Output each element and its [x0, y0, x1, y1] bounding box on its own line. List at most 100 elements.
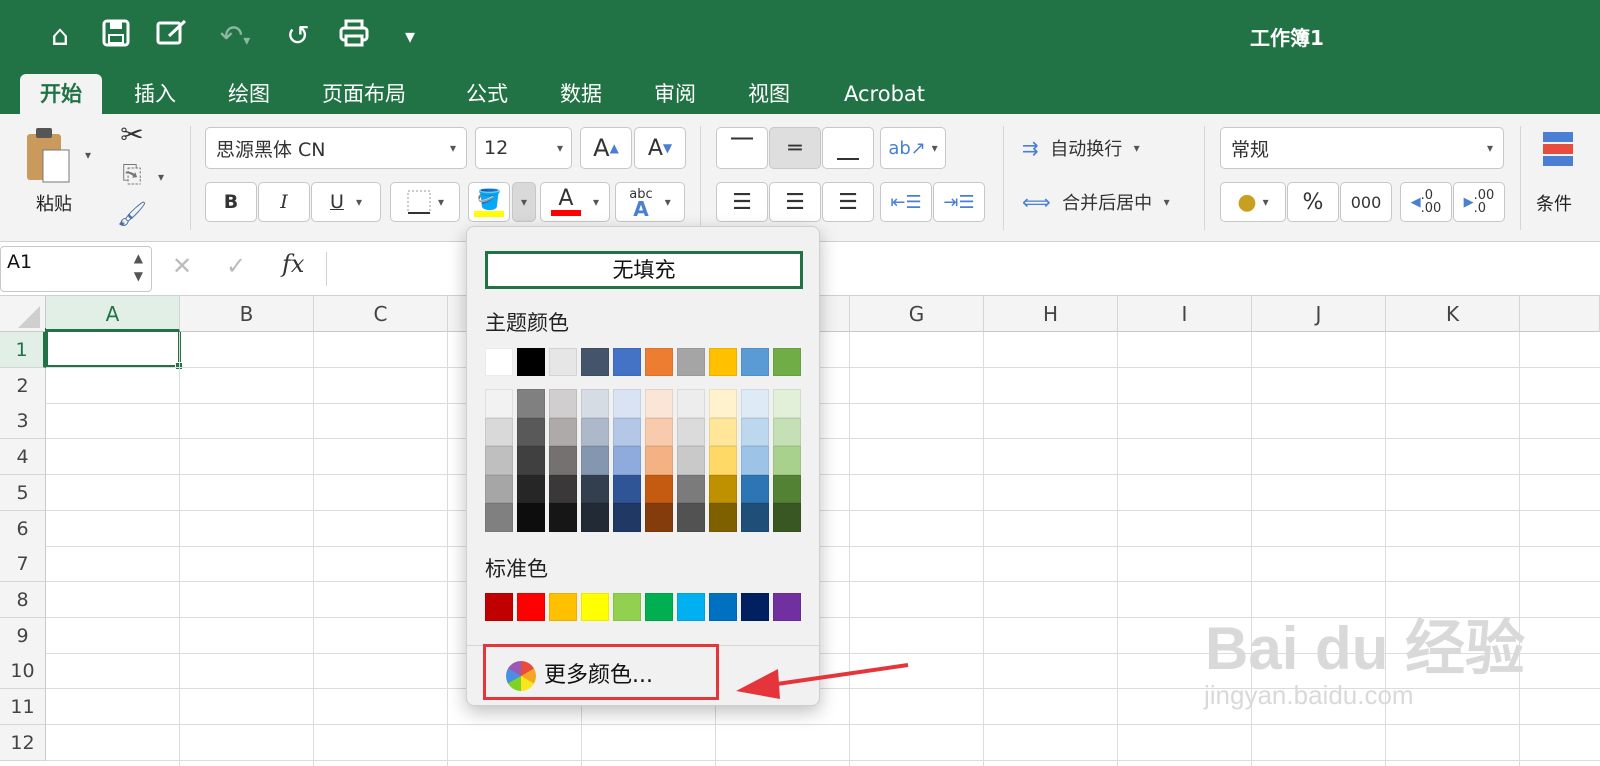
- merge-center-button[interactable]: ⟺ 合并后居中 ▾: [1022, 184, 1192, 220]
- column-header-k[interactable]: K: [1386, 296, 1520, 332]
- column-header-overflow[interactable]: [1520, 296, 1600, 332]
- tab-formulas[interactable]: 公式: [466, 74, 508, 114]
- standard-color-swatch[interactable]: [741, 593, 769, 621]
- fill-color-button[interactable]: 🪣: [468, 182, 510, 222]
- theme-shade-swatch[interactable]: [613, 446, 641, 475]
- row-header-8[interactable]: 8: [0, 581, 46, 618]
- customize-toolbar-icon[interactable]: ▾: [392, 18, 428, 54]
- standard-color-swatch[interactable]: [709, 593, 737, 621]
- theme-shade-swatch[interactable]: [581, 417, 609, 446]
- theme-shade-swatch[interactable]: [549, 503, 577, 532]
- theme-shade-swatch[interactable]: [581, 389, 609, 418]
- theme-color-swatch[interactable]: [485, 348, 513, 376]
- enter-icon[interactable]: ✓: [226, 252, 246, 280]
- standard-color-swatch[interactable]: [645, 593, 673, 621]
- theme-shade-swatch[interactable]: [517, 417, 545, 446]
- align-left-button[interactable]: ☰: [716, 182, 768, 222]
- home-icon[interactable]: ⌂: [42, 18, 78, 54]
- align-center-button[interactable]: ☰: [769, 182, 821, 222]
- standard-color-swatch[interactable]: [773, 593, 801, 621]
- standard-color-swatch[interactable]: [485, 593, 513, 621]
- increase-decimal-button[interactable]: ◀ .0 .00: [1400, 182, 1452, 222]
- theme-shade-swatch[interactable]: [613, 474, 641, 503]
- row-header-1[interactable]: 1: [0, 332, 46, 368]
- align-bottom-button[interactable]: ⎽: [822, 127, 874, 169]
- select-all-corner[interactable]: [0, 296, 46, 332]
- decrease-font-button[interactable]: A ▼: [634, 127, 686, 169]
- selected-cell-a1[interactable]: [45, 328, 181, 368]
- comma-style-button[interactable]: 000: [1340, 182, 1392, 222]
- theme-color-swatch[interactable]: [549, 348, 577, 376]
- theme-shade-swatch[interactable]: [485, 389, 513, 418]
- theme-color-swatch[interactable]: [645, 348, 673, 376]
- row-header-2[interactable]: 2: [0, 367, 46, 404]
- row-header-3[interactable]: 3: [0, 403, 46, 440]
- increase-indent-button[interactable]: ⇥☰: [933, 182, 985, 222]
- theme-shade-swatch[interactable]: [773, 474, 801, 503]
- undo-icon[interactable]: ↶▾: [210, 18, 260, 54]
- standard-color-swatch[interactable]: [581, 593, 609, 621]
- standard-color-swatch[interactable]: [613, 593, 641, 621]
- theme-shade-swatch[interactable]: [677, 417, 705, 446]
- format-painter-icon[interactable]: 🖌: [116, 198, 148, 230]
- theme-shade-swatch[interactable]: [517, 446, 545, 475]
- column-header-h[interactable]: H: [984, 296, 1118, 332]
- tab-page-layout[interactable]: 页面布局: [322, 74, 406, 114]
- save-icon[interactable]: [98, 18, 134, 54]
- theme-shade-swatch[interactable]: [485, 417, 513, 446]
- theme-shade-swatch[interactable]: [709, 474, 737, 503]
- theme-shade-swatch[interactable]: [709, 446, 737, 475]
- theme-shade-swatch[interactable]: [773, 446, 801, 475]
- column-header-c[interactable]: C: [314, 296, 448, 332]
- theme-color-swatch[interactable]: [709, 348, 737, 376]
- theme-shade-swatch[interactable]: [613, 417, 641, 446]
- underline-button[interactable]: U ▾: [311, 182, 381, 222]
- theme-shade-swatch[interactable]: [741, 417, 769, 446]
- theme-shade-swatch[interactable]: [549, 417, 577, 446]
- theme-shade-swatch[interactable]: [773, 503, 801, 532]
- wrap-text-button[interactable]: ⇉ 自动换行 ▾: [1022, 130, 1182, 166]
- theme-shade-swatch[interactable]: [741, 474, 769, 503]
- percent-button[interactable]: %: [1287, 182, 1339, 222]
- align-right-button[interactable]: ☰: [822, 182, 874, 222]
- theme-shade-swatch[interactable]: [709, 417, 737, 446]
- phonetic-button[interactable]: abc A ▾: [615, 182, 685, 222]
- theme-shade-swatch[interactable]: [549, 389, 577, 418]
- theme-shade-swatch[interactable]: [613, 503, 641, 532]
- theme-shade-swatch[interactable]: [645, 389, 673, 418]
- theme-shade-swatch[interactable]: [677, 474, 705, 503]
- theme-shade-swatch[interactable]: [613, 389, 641, 418]
- theme-shade-swatch[interactable]: [645, 503, 673, 532]
- row-header-5[interactable]: 5: [0, 474, 46, 511]
- row-header-11[interactable]: 11: [0, 689, 46, 725]
- theme-shade-swatch[interactable]: [581, 474, 609, 503]
- edit-document-icon[interactable]: [154, 18, 190, 54]
- font-color-button[interactable]: A ▾: [540, 182, 610, 222]
- theme-shade-swatch[interactable]: [773, 417, 801, 446]
- theme-shade-swatch[interactable]: [677, 389, 705, 418]
- tab-insert[interactable]: 插入: [134, 74, 176, 114]
- copy-icon[interactable]: ⎘: [116, 158, 148, 190]
- row-header-10[interactable]: 10: [0, 653, 46, 690]
- theme-shade-swatch[interactable]: [645, 417, 673, 446]
- cut-icon[interactable]: ✂: [116, 118, 148, 151]
- theme-shade-swatch[interactable]: [485, 503, 513, 532]
- tab-draw[interactable]: 绘图: [228, 74, 270, 114]
- conditional-formatting-icon[interactable]: [1538, 128, 1578, 178]
- increase-font-button[interactable]: A ▲: [580, 127, 632, 169]
- redo-icon[interactable]: ↺: [280, 18, 316, 54]
- theme-shade-swatch[interactable]: [549, 446, 577, 475]
- tab-home[interactable]: 开始: [20, 74, 102, 114]
- borders-button[interactable]: ▾: [390, 182, 460, 222]
- row-header-12[interactable]: 12: [0, 724, 46, 761]
- theme-shade-swatch[interactable]: [741, 503, 769, 532]
- tab-data[interactable]: 数据: [560, 74, 602, 114]
- theme-color-swatch[interactable]: [741, 348, 769, 376]
- accounting-format-button[interactable]: ● ▾: [1220, 182, 1286, 222]
- theme-shade-swatch[interactable]: [645, 446, 673, 475]
- more-colors-button[interactable]: 更多颜色...: [483, 644, 719, 700]
- italic-button[interactable]: I: [258, 182, 310, 222]
- tab-view[interactable]: 视图: [748, 74, 790, 114]
- theme-shade-swatch[interactable]: [709, 503, 737, 532]
- fill-color-dropdown[interactable]: ▾: [512, 182, 536, 222]
